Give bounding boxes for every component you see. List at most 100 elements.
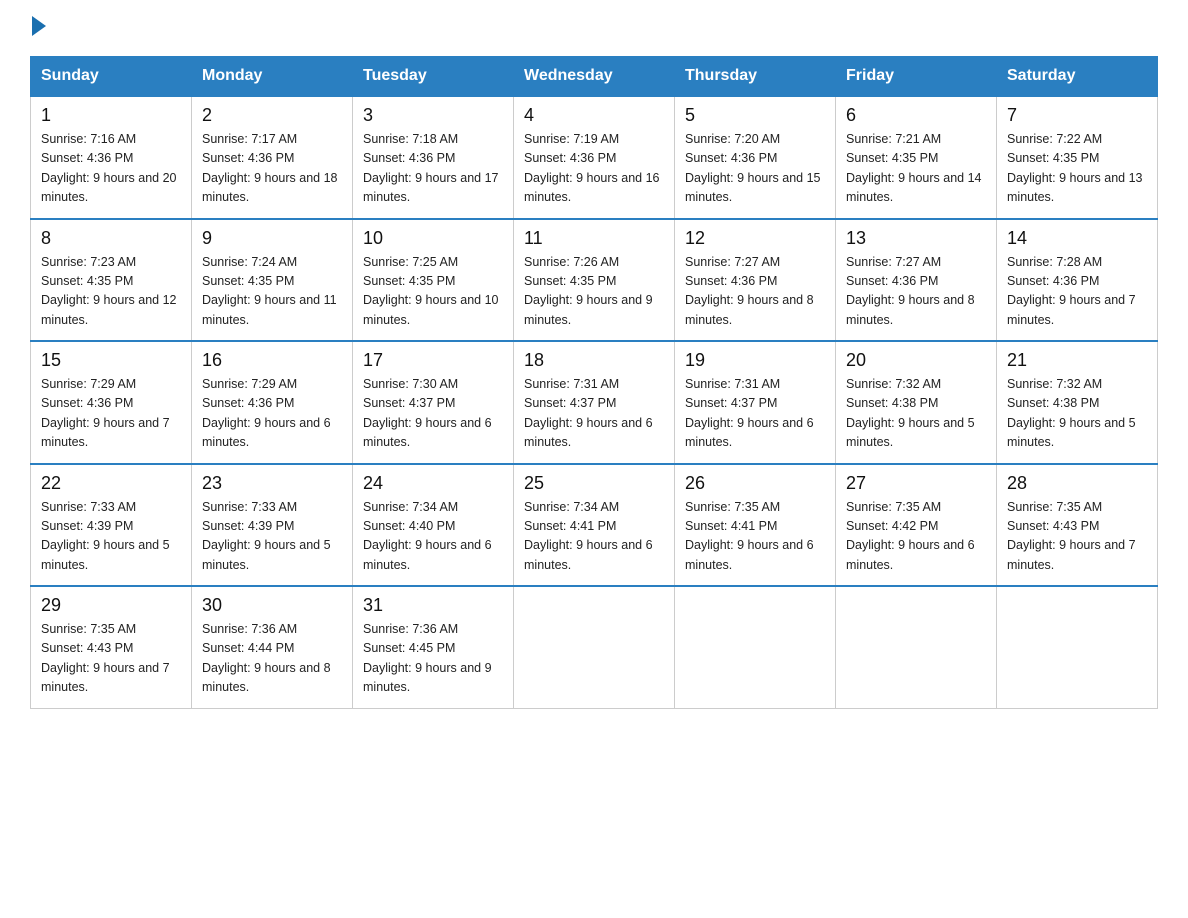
- day-info: Sunrise: 7:31 AMSunset: 4:37 PMDaylight:…: [524, 377, 653, 449]
- weekday-header-thursday: Thursday: [675, 57, 836, 97]
- day-info: Sunrise: 7:32 AMSunset: 4:38 PMDaylight:…: [1007, 377, 1136, 449]
- calendar-cell: 5 Sunrise: 7:20 AMSunset: 4:36 PMDayligh…: [675, 96, 836, 219]
- calendar-cell: 20 Sunrise: 7:32 AMSunset: 4:38 PMDaylig…: [836, 341, 997, 464]
- day-number: 23: [202, 473, 342, 494]
- day-info: Sunrise: 7:36 AMSunset: 4:44 PMDaylight:…: [202, 622, 331, 694]
- day-number: 1: [41, 105, 181, 126]
- calendar-cell: 18 Sunrise: 7:31 AMSunset: 4:37 PMDaylig…: [514, 341, 675, 464]
- day-number: 3: [363, 105, 503, 126]
- calendar-week-row: 8 Sunrise: 7:23 AMSunset: 4:35 PMDayligh…: [31, 219, 1158, 342]
- calendar-cell: 16 Sunrise: 7:29 AMSunset: 4:36 PMDaylig…: [192, 341, 353, 464]
- day-number: 12: [685, 228, 825, 249]
- day-number: 8: [41, 228, 181, 249]
- calendar-header: SundayMondayTuesdayWednesdayThursdayFrid…: [31, 57, 1158, 97]
- weekday-header-monday: Monday: [192, 57, 353, 97]
- calendar-cell: 12 Sunrise: 7:27 AMSunset: 4:36 PMDaylig…: [675, 219, 836, 342]
- day-info: Sunrise: 7:23 AMSunset: 4:35 PMDaylight:…: [41, 255, 177, 327]
- day-number: 7: [1007, 105, 1147, 126]
- day-number: 16: [202, 350, 342, 371]
- day-info: Sunrise: 7:35 AMSunset: 4:41 PMDaylight:…: [685, 500, 814, 572]
- day-info: Sunrise: 7:32 AMSunset: 4:38 PMDaylight:…: [846, 377, 975, 449]
- calendar-cell: 2 Sunrise: 7:17 AMSunset: 4:36 PMDayligh…: [192, 96, 353, 219]
- calendar-cell: 23 Sunrise: 7:33 AMSunset: 4:39 PMDaylig…: [192, 464, 353, 587]
- day-info: Sunrise: 7:28 AMSunset: 4:36 PMDaylight:…: [1007, 255, 1136, 327]
- day-info: Sunrise: 7:29 AMSunset: 4:36 PMDaylight:…: [41, 377, 170, 449]
- calendar-cell: 6 Sunrise: 7:21 AMSunset: 4:35 PMDayligh…: [836, 96, 997, 219]
- day-number: 22: [41, 473, 181, 494]
- calendar-cell: [514, 586, 675, 708]
- calendar-cell: 27 Sunrise: 7:35 AMSunset: 4:42 PMDaylig…: [836, 464, 997, 587]
- day-info: Sunrise: 7:35 AMSunset: 4:43 PMDaylight:…: [1007, 500, 1136, 572]
- day-info: Sunrise: 7:34 AMSunset: 4:41 PMDaylight:…: [524, 500, 653, 572]
- day-number: 14: [1007, 228, 1147, 249]
- calendar-cell: 11 Sunrise: 7:26 AMSunset: 4:35 PMDaylig…: [514, 219, 675, 342]
- day-info: Sunrise: 7:34 AMSunset: 4:40 PMDaylight:…: [363, 500, 492, 572]
- calendar-cell: 28 Sunrise: 7:35 AMSunset: 4:43 PMDaylig…: [997, 464, 1158, 587]
- logo-triangle-icon: [32, 16, 46, 36]
- day-info: Sunrise: 7:19 AMSunset: 4:36 PMDaylight:…: [524, 132, 660, 204]
- calendar-cell: 10 Sunrise: 7:25 AMSunset: 4:35 PMDaylig…: [353, 219, 514, 342]
- calendar-cell: 3 Sunrise: 7:18 AMSunset: 4:36 PMDayligh…: [353, 96, 514, 219]
- calendar-cell: 8 Sunrise: 7:23 AMSunset: 4:35 PMDayligh…: [31, 219, 192, 342]
- calendar-cell: 14 Sunrise: 7:28 AMSunset: 4:36 PMDaylig…: [997, 219, 1158, 342]
- calendar-cell: 30 Sunrise: 7:36 AMSunset: 4:44 PMDaylig…: [192, 586, 353, 708]
- day-number: 20: [846, 350, 986, 371]
- day-number: 31: [363, 595, 503, 616]
- day-number: 21: [1007, 350, 1147, 371]
- day-info: Sunrise: 7:20 AMSunset: 4:36 PMDaylight:…: [685, 132, 821, 204]
- day-number: 13: [846, 228, 986, 249]
- day-info: Sunrise: 7:18 AMSunset: 4:36 PMDaylight:…: [363, 132, 499, 204]
- calendar-cell: 22 Sunrise: 7:33 AMSunset: 4:39 PMDaylig…: [31, 464, 192, 587]
- weekday-header-tuesday: Tuesday: [353, 57, 514, 97]
- calendar-cell: 9 Sunrise: 7:24 AMSunset: 4:35 PMDayligh…: [192, 219, 353, 342]
- day-number: 25: [524, 473, 664, 494]
- calendar-body: 1 Sunrise: 7:16 AMSunset: 4:36 PMDayligh…: [31, 96, 1158, 708]
- day-info: Sunrise: 7:31 AMSunset: 4:37 PMDaylight:…: [685, 377, 814, 449]
- day-info: Sunrise: 7:33 AMSunset: 4:39 PMDaylight:…: [41, 500, 170, 572]
- day-number: 6: [846, 105, 986, 126]
- calendar-cell: 15 Sunrise: 7:29 AMSunset: 4:36 PMDaylig…: [31, 341, 192, 464]
- day-info: Sunrise: 7:30 AMSunset: 4:37 PMDaylight:…: [363, 377, 492, 449]
- day-info: Sunrise: 7:26 AMSunset: 4:35 PMDaylight:…: [524, 255, 653, 327]
- day-number: 17: [363, 350, 503, 371]
- day-info: Sunrise: 7:24 AMSunset: 4:35 PMDaylight:…: [202, 255, 337, 327]
- weekday-header-sunday: Sunday: [31, 57, 192, 97]
- calendar-cell: 13 Sunrise: 7:27 AMSunset: 4:36 PMDaylig…: [836, 219, 997, 342]
- day-number: 28: [1007, 473, 1147, 494]
- calendar-week-row: 22 Sunrise: 7:33 AMSunset: 4:39 PMDaylig…: [31, 464, 1158, 587]
- calendar-cell: 4 Sunrise: 7:19 AMSunset: 4:36 PMDayligh…: [514, 96, 675, 219]
- day-number: 24: [363, 473, 503, 494]
- day-info: Sunrise: 7:21 AMSunset: 4:35 PMDaylight:…: [846, 132, 982, 204]
- day-number: 10: [363, 228, 503, 249]
- day-number: 4: [524, 105, 664, 126]
- day-info: Sunrise: 7:36 AMSunset: 4:45 PMDaylight:…: [363, 622, 492, 694]
- day-info: Sunrise: 7:27 AMSunset: 4:36 PMDaylight:…: [846, 255, 975, 327]
- day-number: 26: [685, 473, 825, 494]
- weekday-header-saturday: Saturday: [997, 57, 1158, 97]
- calendar-cell: 24 Sunrise: 7:34 AMSunset: 4:40 PMDaylig…: [353, 464, 514, 587]
- day-number: 9: [202, 228, 342, 249]
- day-number: 29: [41, 595, 181, 616]
- page-header: [30, 20, 1158, 38]
- weekday-header-wednesday: Wednesday: [514, 57, 675, 97]
- day-number: 11: [524, 228, 664, 249]
- calendar-table: SundayMondayTuesdayWednesdayThursdayFrid…: [30, 56, 1158, 709]
- calendar-cell: [675, 586, 836, 708]
- day-info: Sunrise: 7:16 AMSunset: 4:36 PMDaylight:…: [41, 132, 177, 204]
- day-info: Sunrise: 7:27 AMSunset: 4:36 PMDaylight:…: [685, 255, 814, 327]
- day-info: Sunrise: 7:35 AMSunset: 4:42 PMDaylight:…: [846, 500, 975, 572]
- calendar-cell: 25 Sunrise: 7:34 AMSunset: 4:41 PMDaylig…: [514, 464, 675, 587]
- calendar-cell: [836, 586, 997, 708]
- weekday-header-row: SundayMondayTuesdayWednesdayThursdayFrid…: [31, 57, 1158, 97]
- calendar-cell: 1 Sunrise: 7:16 AMSunset: 4:36 PMDayligh…: [31, 96, 192, 219]
- calendar-cell: 29 Sunrise: 7:35 AMSunset: 4:43 PMDaylig…: [31, 586, 192, 708]
- day-info: Sunrise: 7:33 AMSunset: 4:39 PMDaylight:…: [202, 500, 331, 572]
- calendar-week-row: 1 Sunrise: 7:16 AMSunset: 4:36 PMDayligh…: [31, 96, 1158, 219]
- calendar-cell: 7 Sunrise: 7:22 AMSunset: 4:35 PMDayligh…: [997, 96, 1158, 219]
- calendar-cell: 31 Sunrise: 7:36 AMSunset: 4:45 PMDaylig…: [353, 586, 514, 708]
- day-info: Sunrise: 7:25 AMSunset: 4:35 PMDaylight:…: [363, 255, 499, 327]
- logo: [30, 20, 46, 38]
- day-number: 30: [202, 595, 342, 616]
- day-number: 5: [685, 105, 825, 126]
- day-info: Sunrise: 7:22 AMSunset: 4:35 PMDaylight:…: [1007, 132, 1143, 204]
